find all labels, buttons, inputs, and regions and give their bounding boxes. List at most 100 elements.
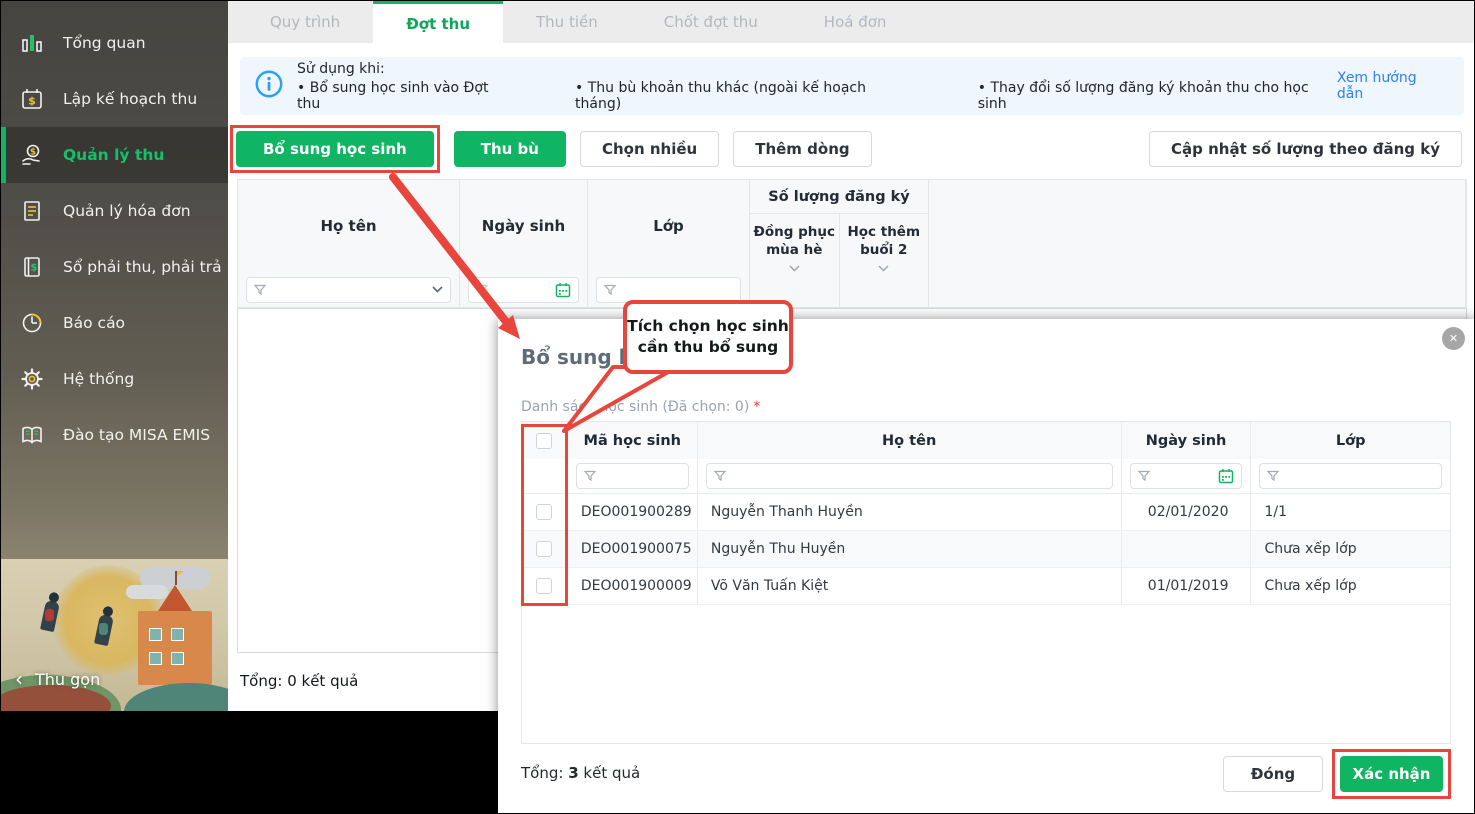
sidebar-item-so-phai-thu[interactable]: $ Sổ phải thu, phải trả — [1, 239, 228, 295]
column-header-dongphuc[interactable]: Đồng phục mùa hè — [750, 214, 840, 307]
sidebar-item-lap-ke-hoach-thu[interactable]: $ Lập kế hoạch thu — [1, 71, 228, 127]
annotation-highlight-add-student: Bổ sung học sinh — [230, 125, 440, 173]
sidebar-item-label: Quản lý thu — [63, 146, 165, 164]
add-row-button[interactable]: Thêm dòng — [733, 131, 872, 167]
row-checkbox[interactable] — [536, 504, 553, 520]
sidebar-item-label: Tổng quan — [63, 34, 146, 52]
svg-text:$: $ — [31, 263, 38, 274]
illustration-window — [149, 652, 162, 665]
column-header-hoten[interactable]: Họ tên — [238, 180, 459, 272]
table-row[interactable]: DEO001900075 Nguyễn Thu Huyền Chưa xếp l… — [522, 531, 1450, 568]
close-icon[interactable]: ✕ — [1442, 327, 1465, 350]
student-code: DEO001900289 — [568, 494, 698, 530]
sidebar-item-dao-tao[interactable]: Đào tạo MISA EMIS — [1, 407, 228, 463]
info-banner: Sử dụng khi: • Bổ sung học sinh vào Đợt … — [240, 57, 1464, 115]
sidebar-item-he-thong[interactable]: Hệ thống — [1, 351, 228, 407]
sidebar-item-label: Đào tạo MISA EMIS — [63, 426, 211, 444]
sidebar-item-label: Báo cáo — [63, 314, 126, 332]
collect-makeup-button[interactable]: Thu bù — [453, 131, 566, 167]
bar-chart-icon — [18, 29, 46, 57]
select-multiple-button[interactable]: Chọn nhiều — [579, 131, 720, 167]
info-bullet: • Bổ sung học sinh vào Đợt thu — [297, 79, 489, 112]
column-header-ngaysinh[interactable]: Ngày sinh — [1122, 422, 1252, 459]
column-header-lop[interactable]: Lớp — [588, 180, 749, 272]
select-all-checkbox[interactable] — [536, 432, 553, 449]
svg-text:$: $ — [28, 95, 36, 108]
calendar-icon — [555, 282, 571, 297]
code-filter-input[interactable] — [575, 463, 689, 489]
tab-thu-tien[interactable]: Thu tiền — [503, 1, 631, 43]
toolbar: Bổ sung học sinh Thu bù Chọn nhiều Thêm … — [230, 124, 1474, 174]
chevron-left-icon: ‹ — [15, 667, 23, 691]
background-table: Họ tên Ngày sinh Lớp Số lượng đăng ký Đồ… — [237, 179, 1467, 308]
open-book-icon — [18, 421, 46, 449]
column-header-lop[interactable]: Lớp — [1251, 422, 1450, 459]
chevron-down-icon — [878, 265, 889, 272]
collapse-label: Thu gọn — [35, 669, 101, 689]
annotation-highlight-confirm: Xác nhận — [1332, 749, 1451, 799]
background-total-label: Tổng: 0 kết quả — [240, 672, 359, 690]
student-table: Mã học sinh Họ tên Ngày sinh Lớp DEO0019… — [521, 421, 1451, 744]
student-list-label: Danh sách học sinh (Đã chọn: 0) * — [521, 399, 761, 415]
class-filter-input[interactable] — [1259, 463, 1442, 489]
row-checkbox[interactable] — [536, 578, 553, 594]
column-header-hocthem[interactable]: Học thêm buổi 2 — [840, 214, 929, 307]
add-student-modal: ✕ Bổ sung học sinh Danh sách học sinh (Đ… — [498, 319, 1474, 813]
tab-chot-dot-thu[interactable]: Chốt đợt thu — [631, 1, 791, 43]
column-header-mahocsinh[interactable]: Mã học sinh — [568, 422, 698, 459]
annotation-callout: Tích chọn học sinh cần thu bổ sung — [623, 300, 793, 374]
sidebar-collapse-button[interactable]: ‹ Thu gọn — [15, 669, 100, 689]
student-name: Võ Văn Tuấn Kiệt — [698, 568, 1122, 604]
calendar-icon — [1219, 469, 1234, 484]
table-row[interactable]: DEO001900289 Nguyễn Thanh Huyền 02/01/20… — [522, 494, 1450, 531]
student-dob: 02/01/2020 — [1122, 494, 1252, 530]
student-class: Chưa xếp lớp — [1264, 578, 1357, 594]
student-dob — [1122, 531, 1252, 567]
student-name: Nguyễn Thanh Huyền — [698, 494, 1122, 530]
view-guide-link[interactable]: Xem hướng dẫn — [1337, 70, 1446, 102]
filter-icon — [476, 284, 488, 295]
app-screen: Tổng quan $ Lập kế hoạch thu $ Quản lý t… — [0, 0, 1475, 814]
group-header-soluong: Số lượng đăng ký — [750, 180, 928, 214]
illustration-hill — [124, 683, 228, 711]
student-code: DEO001900009 — [568, 568, 698, 604]
student-code: DEO001900075 — [568, 531, 698, 567]
lop-filter-input[interactable] — [596, 276, 741, 303]
sidebar-item-bao-cao[interactable]: Báo cáo — [1, 295, 228, 351]
tab-quy-trinh[interactable]: Quy trình — [237, 1, 373, 43]
hoten-filter-input[interactable] — [246, 276, 451, 303]
column-header-ngaysinh[interactable]: Ngày sinh — [460, 180, 587, 272]
sidebar-item-quan-ly-hoa-don[interactable]: Quản lý hóa đơn — [1, 183, 228, 239]
calendar-money-icon: $ — [18, 85, 46, 113]
student-class: 1/1 — [1264, 504, 1288, 520]
filter-icon — [1267, 470, 1280, 482]
dob-filter-input[interactable] — [1129, 463, 1243, 489]
sidebar-item-quan-ly-thu[interactable]: $ Quản lý thu — [1, 127, 228, 183]
info-banner-title: Sử dụng khi: — [297, 60, 385, 77]
illustration-flag — [175, 571, 185, 585]
confirm-button[interactable]: Xác nhận — [1340, 756, 1443, 792]
chevron-down-icon — [789, 265, 800, 272]
sidebar-item-label: Quản lý hóa đơn — [63, 202, 191, 220]
info-banner-text: Sử dụng khi: • Bổ sung học sinh vào Đợt … — [297, 61, 1337, 112]
add-student-button[interactable]: Bổ sung học sinh — [236, 131, 434, 167]
sidebar-item-tong-quan[interactable]: Tổng quan — [1, 15, 228, 71]
row-checkbox[interactable] — [536, 541, 553, 557]
student-dob: 01/01/2019 — [1122, 568, 1252, 604]
column-header-hoten[interactable]: Họ tên — [698, 422, 1122, 459]
hand-coin-icon: $ — [18, 141, 46, 169]
student-class: Chưa xếp lớp — [1264, 541, 1357, 557]
name-filter-input[interactable] — [705, 463, 1113, 489]
tab-hoa-don[interactable]: Hoá đơn — [791, 1, 920, 43]
filter-icon — [604, 284, 616, 295]
chevron-down-icon — [432, 286, 443, 293]
illustration-window — [171, 652, 184, 665]
tab-dot-thu[interactable]: Đợt thu — [373, 1, 503, 43]
update-quantity-button[interactable]: Cập nhật số lượng theo đăng ký — [1149, 131, 1462, 167]
filter-icon — [713, 470, 726, 482]
close-button[interactable]: Đóng — [1223, 756, 1323, 792]
sidebar-item-label: Hệ thống — [63, 370, 135, 388]
ngaysinh-filter-input[interactable] — [468, 276, 579, 303]
table-row[interactable]: DEO001900009 Võ Văn Tuấn Kiệt 01/01/2019… — [522, 568, 1450, 605]
tab-bar: Quy trình Đợt thu Thu tiền Chốt đợt thu … — [228, 1, 1474, 43]
